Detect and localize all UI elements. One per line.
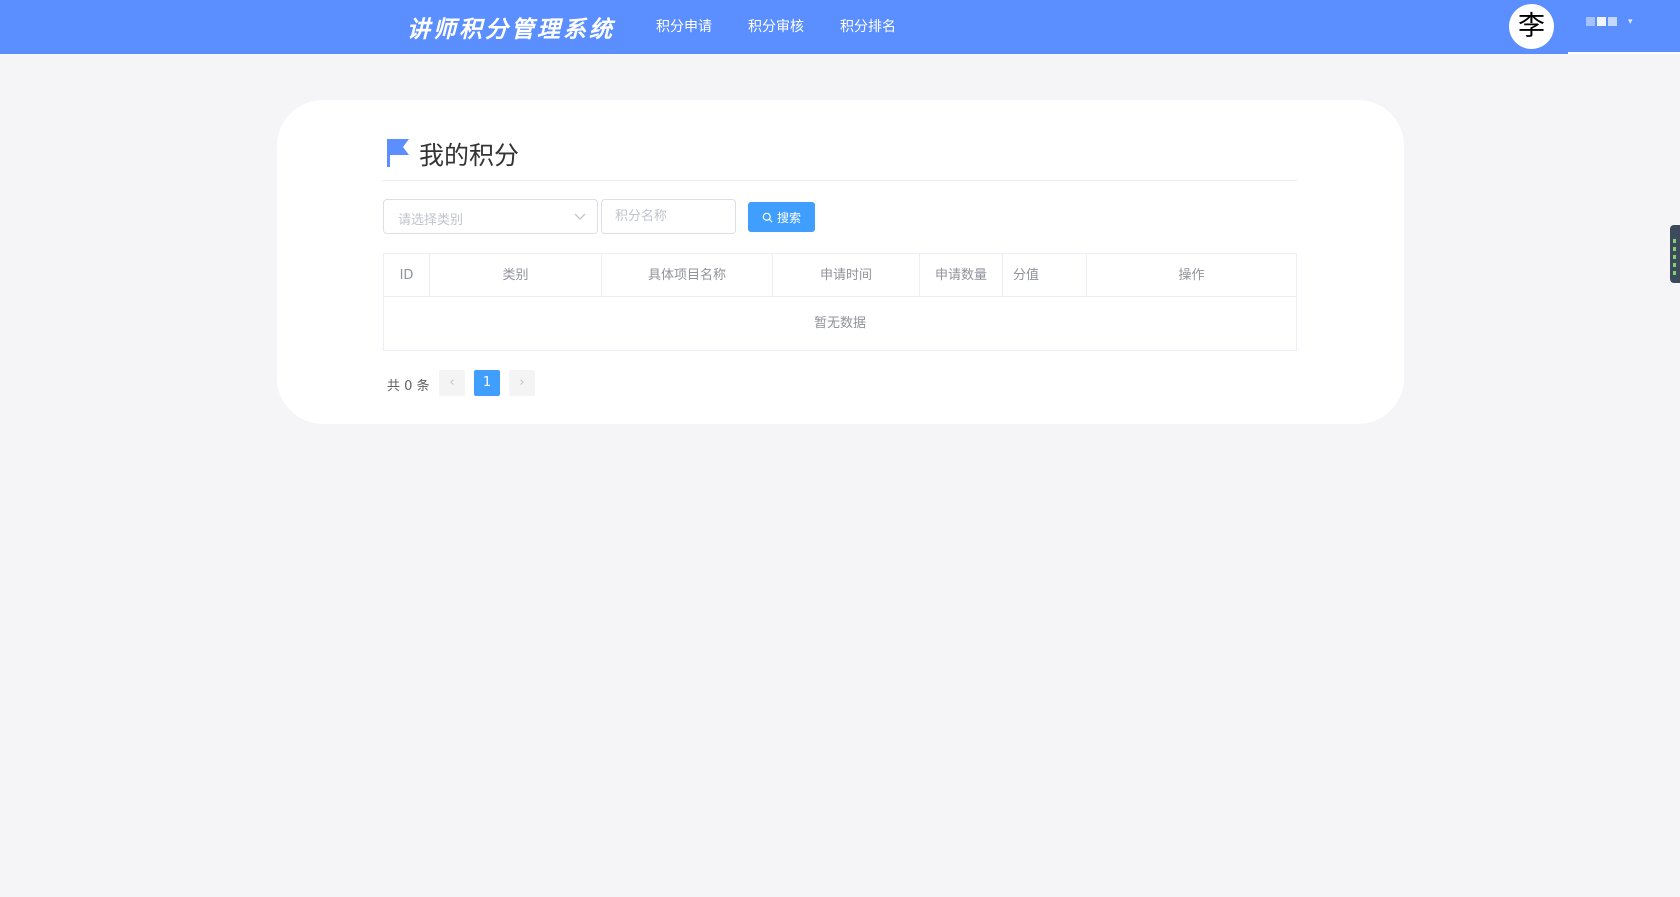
column-header-category[interactable]: 类别: [430, 254, 602, 297]
search-button[interactable]: 搜索: [748, 202, 815, 232]
chevron-down-icon: ▾: [1628, 17, 1633, 27]
category-select[interactable]: 请选择类别: [383, 199, 598, 234]
main-nav: 积分申请 积分审核 积分排名: [656, 0, 932, 54]
search-button-label: 搜索: [776, 210, 801, 225]
app-brand-title[interactable]: 讲师积分管理系统: [407, 10, 615, 44]
column-header-score[interactable]: 分值: [1003, 254, 1087, 297]
user-name-redacted: [1586, 17, 1617, 26]
search-icon: [762, 212, 773, 223]
pagination-prev-button[interactable]: ‹: [439, 370, 465, 396]
nav-item-points-apply[interactable]: 积分申请: [656, 0, 712, 54]
table-empty-text: 暂无数据: [813, 316, 866, 331]
avatar[interactable]: 李: [1509, 4, 1554, 49]
column-header-actions[interactable]: 操作: [1087, 254, 1296, 297]
user-menu[interactable]: ▾: [1568, 0, 1680, 54]
page-title: 我的积分: [419, 141, 520, 170]
page-header: 我的积分: [382, 136, 1297, 181]
column-header-apply-quantity[interactable]: 申请数量: [920, 254, 1003, 297]
nav-item-points-review[interactable]: 积分审核: [748, 0, 804, 54]
nav-item-points-ranking[interactable]: 积分排名: [840, 0, 896, 54]
pagination-total: 共 0 条: [387, 379, 430, 394]
pagination-next-button[interactable]: ›: [509, 370, 535, 396]
column-header-apply-time[interactable]: 申请时间: [773, 254, 920, 297]
chevron-down-icon: [574, 213, 586, 220]
points-name-input[interactable]: [601, 199, 736, 234]
top-navbar: 讲师积分管理系统 积分申请 积分审核 积分排名 李 ▾: [0, 0, 1680, 54]
column-header-id[interactable]: ID: [384, 254, 430, 297]
pagination-page-1[interactable]: 1: [474, 370, 500, 396]
points-table: ID 类别 具体项目名称 申请时间 申请数量 分值 操作 暂无数据: [383, 253, 1297, 351]
side-drawer-handle[interactable]: [1670, 225, 1680, 283]
column-header-item-name[interactable]: 具体项目名称: [602, 254, 773, 297]
flag-icon: [387, 139, 409, 167]
table-header: ID 类别 具体项目名称 申请时间 申请数量 分值 操作: [384, 254, 1296, 297]
main-card: 我的积分 请选择类别 搜索 ID 类别 具体项目名称 申请时间 申请数量 分值 …: [277, 100, 1404, 424]
category-select-placeholder: 请选择类别: [398, 213, 464, 228]
